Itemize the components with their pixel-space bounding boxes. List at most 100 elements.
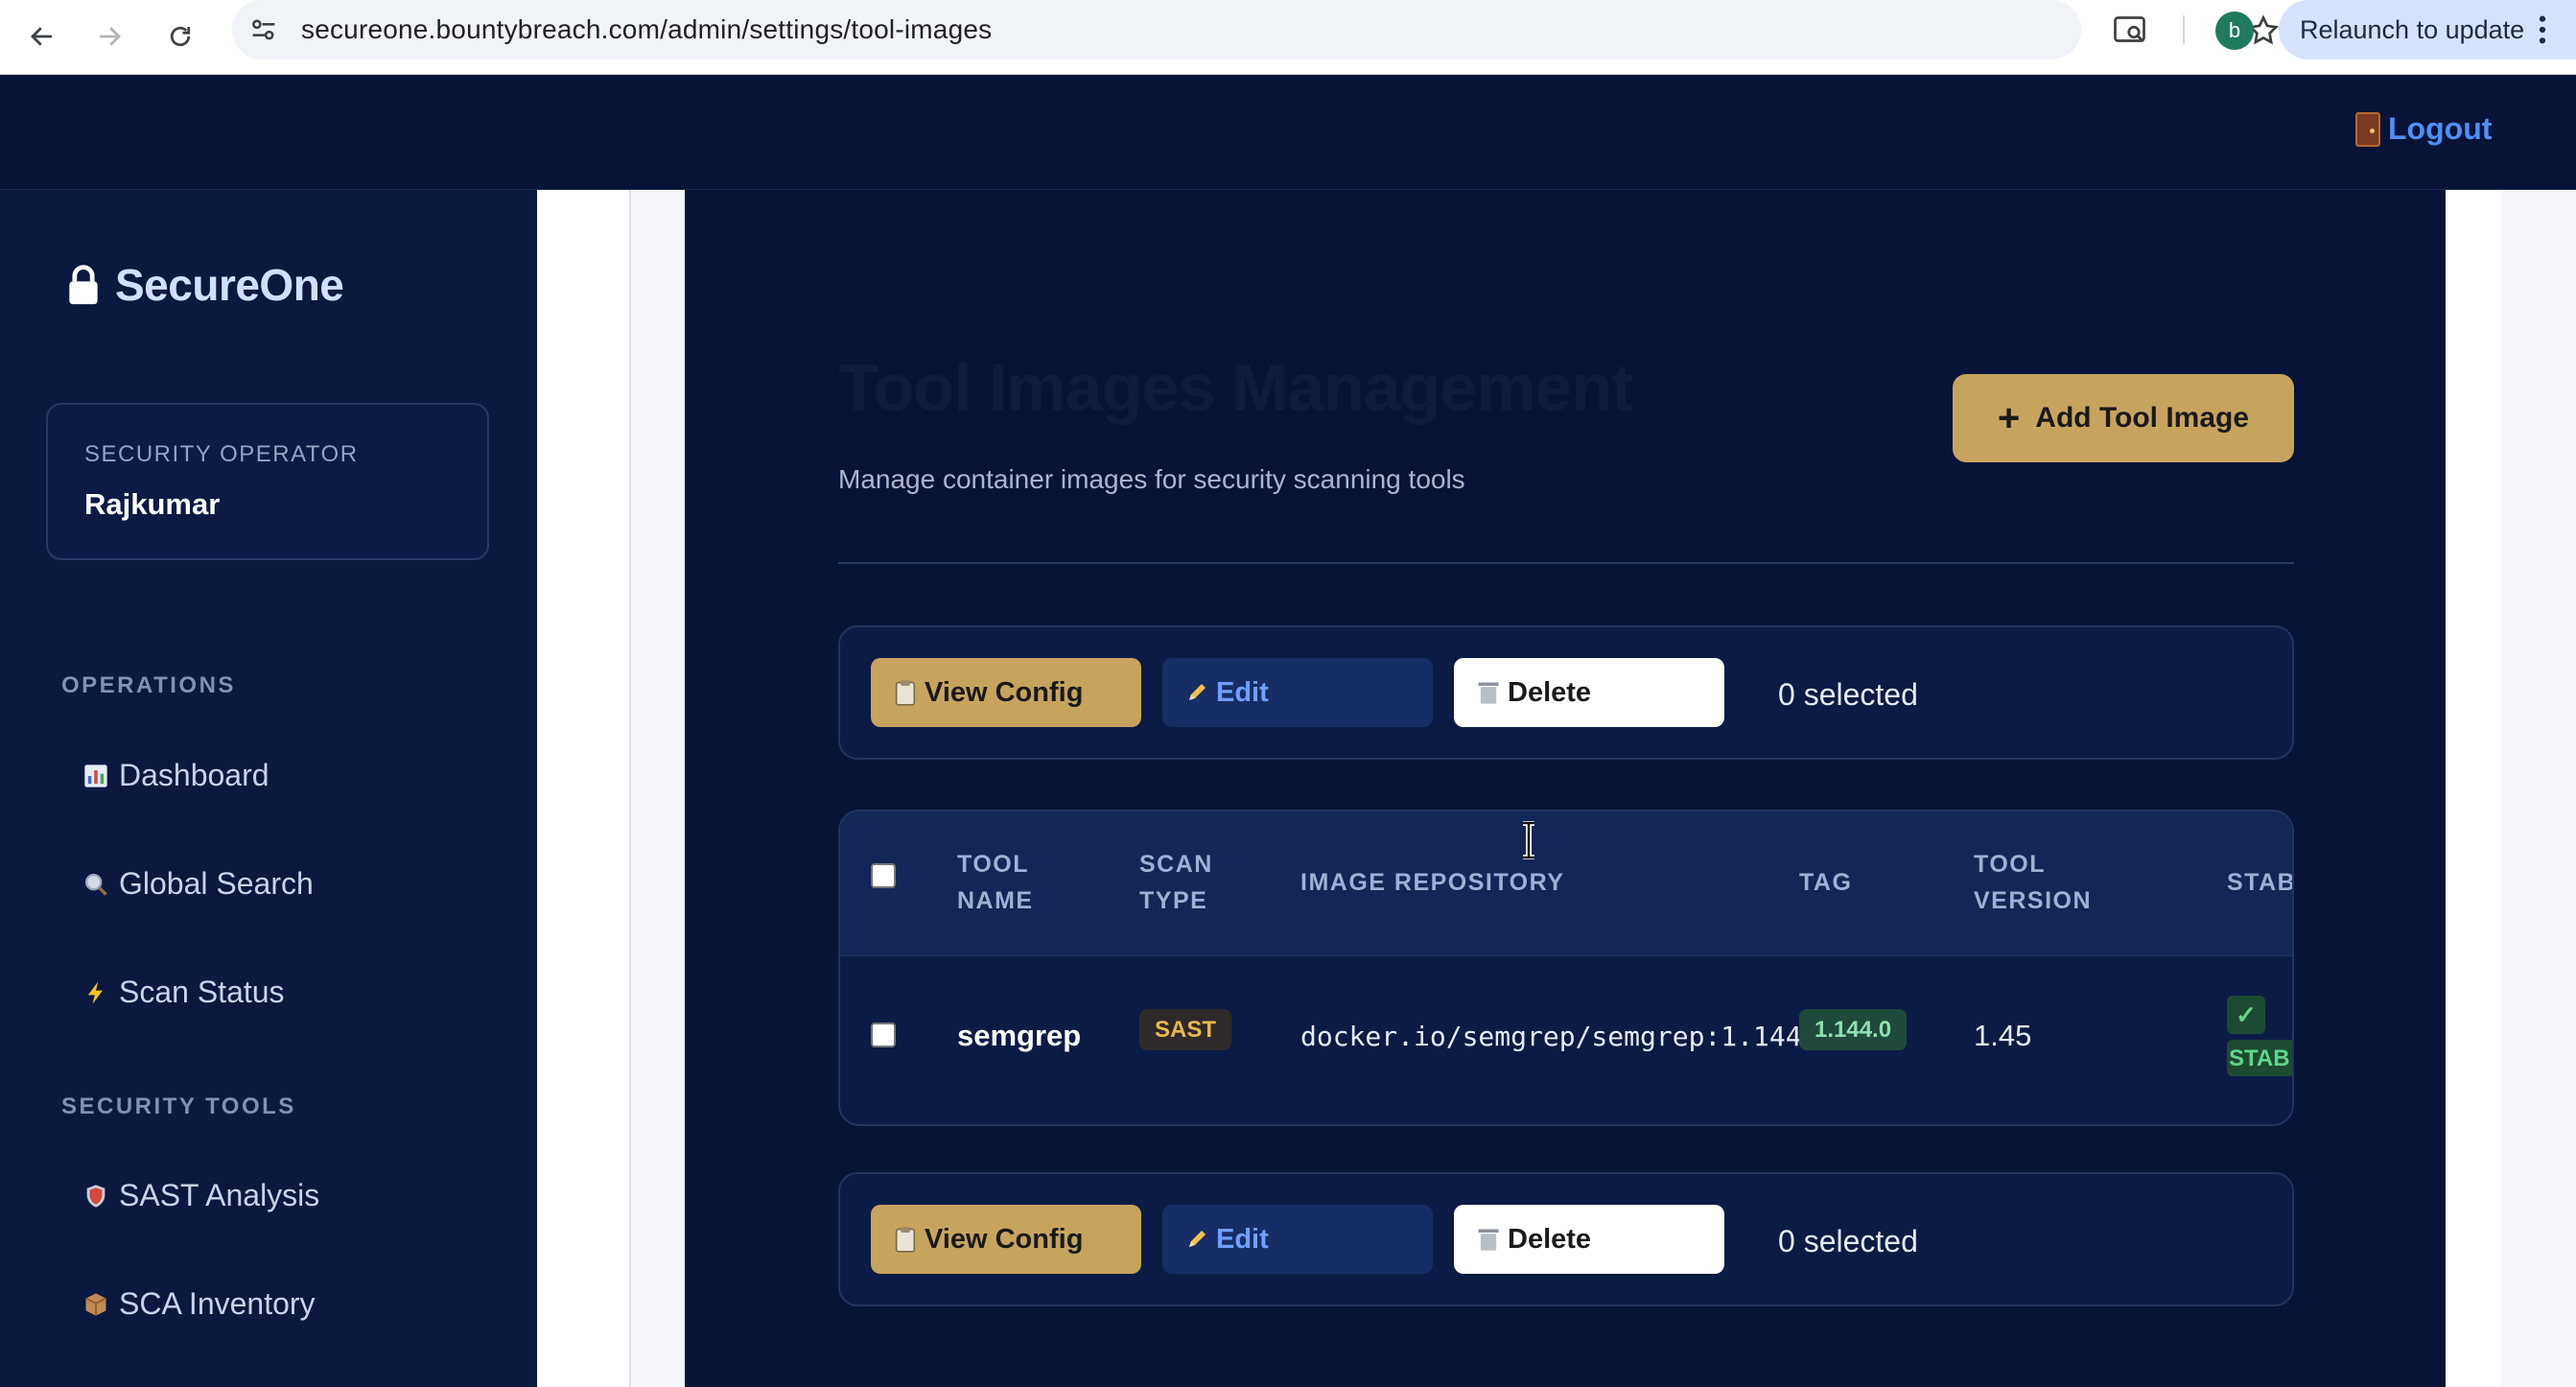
- check-icon: ✓: [2227, 996, 2265, 1034]
- main-gutter-edge: [2501, 190, 2576, 1387]
- trash-icon: [1478, 1229, 1499, 1251]
- package-icon: [85, 1292, 106, 1316]
- content-panel: Tool Images Management Manage container …: [685, 190, 2446, 1387]
- main-gutter-left: [537, 190, 629, 1387]
- relaunch-label: Relaunch to update: [2300, 15, 2525, 44]
- row-checkbox[interactable]: [871, 1023, 896, 1047]
- profile-avatar[interactable]: b: [2215, 12, 2254, 50]
- tag-cell: 1.144.0: [1799, 1009, 1908, 1050]
- relaunch-button[interactable]: Relaunch to update: [2279, 0, 2576, 59]
- forward-button[interactable]: [82, 10, 136, 63]
- sidebar-item-label: Scan Status: [119, 975, 285, 1009]
- edit-label: Edit: [1216, 676, 1269, 708]
- edit-label: Edit: [1216, 1223, 1269, 1255]
- main-gutter-border: [629, 190, 631, 1387]
- brand-name: SecureOne: [115, 260, 344, 310]
- shield-icon: [86, 1184, 105, 1208]
- header-text: VERSION: [1974, 887, 2093, 914]
- more-vert-icon[interactable]: [2538, 13, 2547, 46]
- back-button[interactable]: [15, 10, 69, 63]
- reload-button[interactable]: [153, 10, 207, 63]
- operator-role: SECURITY OPERATOR: [84, 441, 359, 467]
- header-divider: [838, 562, 2294, 564]
- selected-count: 0 selected: [1778, 677, 1918, 712]
- clipboard-icon: [895, 1227, 916, 1253]
- bulk-action-bar-bottom: View Config Edit Delete 0 selected: [838, 1172, 2294, 1306]
- tool-images-table: TOOL NAME SCAN TYPE IMAGE REPOSITORY TAG…: [838, 810, 2294, 1126]
- sidebar-item-label: Global Search: [119, 866, 314, 901]
- column-header-stability[interactable]: STAB: [2227, 864, 2292, 901]
- header-text: TYPE: [1139, 887, 1208, 914]
- reload-icon: [170, 26, 191, 47]
- header-text: TOOL: [1974, 851, 2046, 878]
- column-header-tag[interactable]: TAG: [1799, 864, 1852, 901]
- edit-button[interactable]: Edit: [1162, 1205, 1433, 1274]
- text-cursor-icon: [1523, 821, 1534, 859]
- page-subtitle: Manage container images for security sca…: [838, 464, 1465, 494]
- add-tool-image-label: Add Tool Image: [2035, 402, 2250, 434]
- tool-name-cell: semgrep: [957, 1019, 1082, 1052]
- site-settings-icon[interactable]: [247, 13, 280, 46]
- app-header: Logout: [0, 75, 2576, 190]
- view-config-label: View Config: [925, 1223, 1084, 1255]
- column-header-tool-name[interactable]: TOOL NAME: [957, 846, 1034, 919]
- arrow-right-icon: [100, 27, 121, 46]
- select-all-checkbox[interactable]: [871, 863, 896, 888]
- section-label-operations: OPERATIONS: [61, 672, 236, 698]
- browser-toolbar: secureone.bountybreach.com/admin/setting…: [0, 0, 2576, 75]
- tab-search-icon[interactable]: [2112, 13, 2150, 48]
- bar-chart-icon: [84, 764, 107, 788]
- view-config-button[interactable]: View Config: [871, 658, 1141, 727]
- sidebar-item-sca-inventory[interactable]: SCA Inventory: [82, 1286, 316, 1322]
- pencil-icon: [1189, 684, 1206, 700]
- view-config-button[interactable]: View Config: [871, 1205, 1141, 1274]
- lightning-icon: [87, 980, 103, 1004]
- section-label-security-tools: SECURITY TOOLS: [61, 1093, 296, 1119]
- brand-logo[interactable]: SecureOne: [65, 259, 344, 311]
- sidebar-item-sast-analysis[interactable]: SAST Analysis: [82, 1178, 319, 1213]
- address-bar[interactable]: secureone.bountybreach.com/admin/setting…: [232, 0, 2280, 59]
- view-config-label: View Config: [925, 676, 1084, 708]
- edit-button[interactable]: Edit: [1162, 658, 1433, 727]
- sidebar-item-label: SAST Analysis: [119, 1178, 320, 1212]
- tag-badge: 1.144.0: [1799, 1009, 1908, 1050]
- sidebar-item-scan-status[interactable]: Scan Status: [82, 975, 285, 1010]
- lock-icon: [69, 265, 98, 305]
- column-header-image-repository[interactable]: IMAGE REPOSITORY: [1300, 864, 1564, 901]
- clipboard-icon: [895, 680, 916, 706]
- delete-button[interactable]: Delete: [1454, 1205, 1724, 1274]
- image-repository-cell: docker.io/semgrep/semgrep:1.144.0: [1300, 1021, 1835, 1052]
- sidebar-item-label: Dashboard: [119, 758, 269, 792]
- stability-cell: ✓ STAB: [2227, 996, 2292, 1076]
- sidebar: SecureOne SECURITY OPERATOR Rajkumar OPE…: [0, 190, 537, 1387]
- main-gutter-right: [2446, 190, 2501, 1387]
- delete-button[interactable]: Delete: [1454, 658, 1724, 727]
- header-text: NAME: [957, 887, 1034, 914]
- scan-type-cell: SAST: [1139, 1009, 1232, 1050]
- column-header-scan-type[interactable]: SCAN TYPE: [1139, 846, 1213, 919]
- sidebar-item-dashboard[interactable]: Dashboard: [82, 758, 269, 793]
- delete-label: Delete: [1508, 1223, 1592, 1255]
- pencil-icon: [1189, 1231, 1206, 1247]
- selected-count: 0 selected: [1778, 1224, 1918, 1258]
- logout-label: Logout: [2388, 111, 2493, 146]
- scan-type-badge: SAST: [1139, 1009, 1232, 1050]
- operator-name: Rajkumar: [84, 487, 221, 521]
- column-header-tool-version[interactable]: TOOL VERSION: [1974, 846, 2092, 919]
- magnifier-icon: [84, 873, 107, 896]
- bulk-action-bar-top: View Config Edit Delete 0 selected: [838, 625, 2294, 760]
- trash-icon: [1478, 682, 1499, 704]
- plus-icon: +: [1997, 397, 2021, 439]
- add-tool-image-button[interactable]: + Add Tool Image: [1953, 374, 2294, 462]
- logout-link[interactable]: Logout: [2355, 111, 2492, 147]
- arrow-left-icon: [31, 27, 52, 46]
- url-text: secureone.bountybreach.com/admin/setting…: [301, 14, 993, 44]
- table-header: TOOL NAME SCAN TYPE IMAGE REPOSITORY TAG…: [840, 811, 2292, 955]
- header-row-divider: [840, 955, 2292, 956]
- door-icon: [2355, 111, 2380, 147]
- delete-label: Delete: [1508, 676, 1592, 708]
- page-title: Tool Images Management: [838, 350, 1634, 425]
- sidebar-item-label: SCA Inventory: [119, 1286, 316, 1321]
- tool-version-cell: 1.45: [1974, 1019, 2032, 1052]
- sidebar-item-global-search[interactable]: Global Search: [82, 866, 314, 902]
